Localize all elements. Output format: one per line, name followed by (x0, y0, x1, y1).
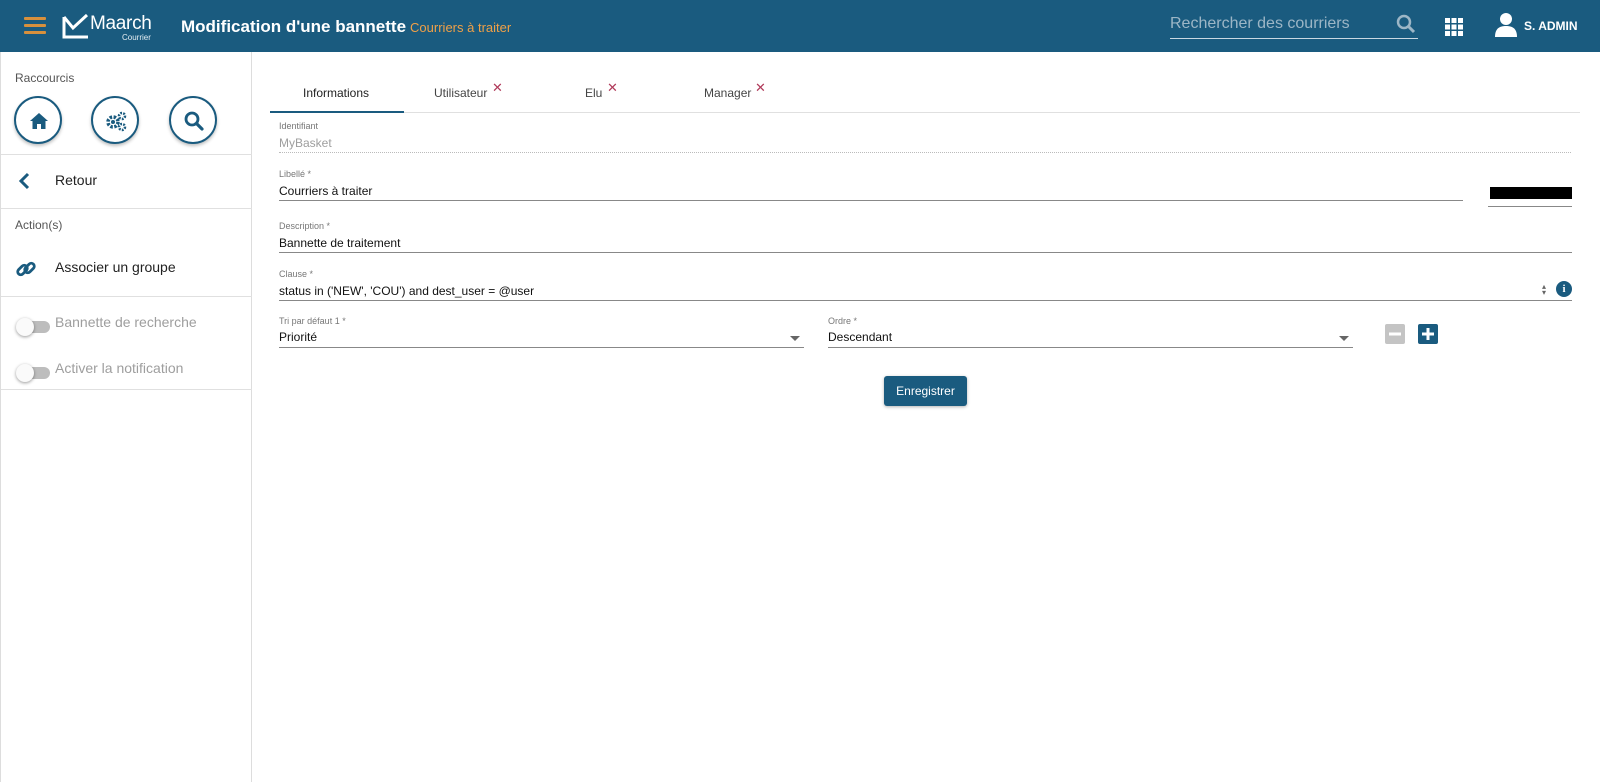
close-icon[interactable]: ✕ (492, 80, 503, 96)
logo-name: Maarch (90, 13, 152, 34)
sidebar-divider (1, 208, 252, 209)
search-icon[interactable] (1396, 14, 1416, 34)
tab-manager[interactable]: Manager ✕ (700, 72, 800, 113)
home-shortcut-button[interactable] (14, 96, 62, 144)
search-input[interactable] (1170, 11, 1390, 37)
maarch-logo-mark-icon (62, 14, 89, 39)
link-icon (16, 261, 36, 277)
description-input[interactable] (279, 233, 1572, 253)
close-icon[interactable]: ✕ (755, 80, 766, 96)
user-name: S. ADMIN (1524, 19, 1578, 33)
sidebar-divider (1, 296, 252, 297)
tab-label: Informations (303, 86, 370, 100)
libelle-label: Libellé * (279, 169, 312, 179)
associate-group-link[interactable]: Associer un groupe (1, 247, 252, 289)
sidebar-divider (1, 154, 252, 155)
chevron-down-icon (790, 336, 800, 341)
clause-label: Clause * (279, 269, 314, 279)
admin-shortcut-button[interactable] (91, 96, 139, 144)
order-label: Ordre * (828, 316, 858, 326)
page-title: Modification d'une bannette Courriers à t… (181, 17, 511, 37)
plus-icon (1422, 328, 1434, 340)
back-link[interactable]: Retour (1, 160, 252, 202)
back-label: Retour (55, 172, 98, 188)
top-bar: Maarch Courrier Modification d'une banne… (0, 0, 1600, 52)
info-icon[interactable]: i (1556, 281, 1572, 297)
search-basket-toggle[interactable] (16, 318, 50, 336)
color-picker[interactable] (1488, 179, 1572, 207)
close-icon[interactable]: ✕ (607, 80, 618, 96)
order-select[interactable]: Descendant (828, 328, 1353, 348)
user-icon (1495, 13, 1517, 37)
clause-field: Clause * (279, 269, 1572, 303)
tab-label: Manager (704, 86, 752, 100)
tab-informations[interactable]: Informations (270, 72, 404, 113)
search-box (1170, 11, 1418, 39)
identifier-input (279, 133, 1571, 153)
remove-sort-button[interactable] (1385, 324, 1405, 344)
apps-grid-icon[interactable] (1445, 18, 1463, 36)
home-icon (30, 113, 48, 129)
maarch-logo[interactable]: Maarch Courrier (62, 12, 152, 42)
save-button[interactable]: Enregistrer (884, 376, 967, 406)
toggle-knob (16, 364, 34, 382)
page-title-text: Modification d'une bannette (181, 17, 407, 36)
associate-group-label: Associer un groupe (55, 259, 176, 275)
sidebar: Raccourcis Retour Action(s) Associer un … (0, 52, 252, 782)
tab-elu[interactable]: Elu ✕ (580, 72, 660, 113)
logo-sub: Courrier (122, 33, 151, 42)
search-shortcut-button[interactable] (169, 96, 217, 144)
color-swatch (1490, 187, 1572, 199)
toggle-knob (16, 318, 34, 336)
search-basket-label: Bannette de recherche (55, 314, 197, 330)
identifier-label: Identifiant (279, 121, 319, 131)
notification-toggle[interactable] (16, 364, 50, 382)
identifier-field: Identifiant (279, 121, 1571, 155)
shortcuts-label: Raccourcis (15, 71, 75, 85)
tab-label: Utilisateur (434, 86, 488, 100)
menu-icon[interactable] (24, 17, 46, 35)
clause-input[interactable] (279, 281, 1572, 301)
minus-icon (1389, 332, 1401, 336)
order-value: Descendant (828, 330, 893, 344)
tab-label: Elu (585, 86, 603, 100)
sort-value: Priorité (279, 330, 318, 344)
gears-icon (106, 111, 127, 132)
tab-bar: Informations Utilisateur ✕ Elu ✕ Manager… (270, 72, 1580, 113)
add-sort-button[interactable] (1418, 324, 1438, 344)
actions-label: Action(s) (15, 218, 63, 232)
search-icon (184, 111, 204, 131)
page-subtitle: Courriers à traiter (410, 20, 512, 35)
sort-label: Tri par défaut 1 * (279, 316, 346, 326)
chevron-left-icon (18, 172, 30, 190)
resize-handle-icon[interactable]: ▴ ▾ (1542, 283, 1546, 297)
tab-utilisateur[interactable]: Utilisateur ✕ (430, 72, 540, 113)
description-field: Description * (279, 221, 1572, 255)
description-label: Description * (279, 221, 331, 231)
libelle-field: Libellé * (279, 169, 1463, 203)
sort-select[interactable]: Priorité (279, 328, 804, 348)
notification-label: Activer la notification (55, 360, 184, 376)
sidebar-divider (1, 389, 252, 390)
chevron-down-icon (1339, 336, 1349, 341)
libelle-input[interactable] (279, 181, 1463, 201)
